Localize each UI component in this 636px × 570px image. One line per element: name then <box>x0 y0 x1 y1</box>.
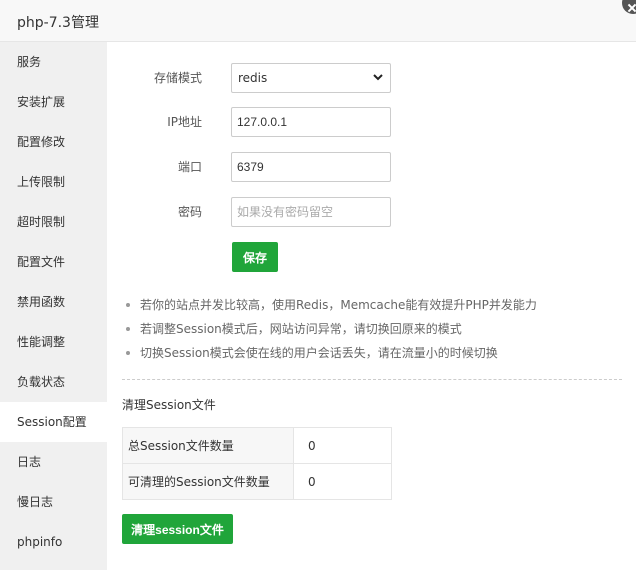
port-label: 端口 <box>177 160 202 174</box>
table-row: 可清理的Session文件数量 0 <box>122 463 392 500</box>
sidebar-item-timeout-limit[interactable]: 超时限制 <box>0 202 107 242</box>
storage-mode-value: redis <box>238 71 268 85</box>
sidebar-item-config-edit[interactable]: 配置修改 <box>0 122 107 162</box>
sidebar-item-slow-log[interactable]: 慢日志 <box>0 482 107 522</box>
session-stats-table: 总Session文件数量 0 可清理的Session文件数量 0 <box>122 427 392 500</box>
sidebar-item-phpinfo[interactable]: phpinfo <box>0 522 107 562</box>
sidebar-item-disabled-functions[interactable]: 禁用函数 <box>0 282 107 322</box>
sidebar-item-session-config[interactable]: Session配置 <box>0 402 107 442</box>
ip-row: IP地址 <box>107 107 407 137</box>
cleanable-session-files-value: 0 <box>293 463 392 500</box>
chevron-down-icon <box>373 74 383 81</box>
save-button[interactable]: 保存 <box>232 242 278 272</box>
ip-input[interactable] <box>231 107 391 137</box>
password-input[interactable] <box>231 197 391 227</box>
ip-label: IP地址 <box>167 115 202 129</box>
sidebar-item-log[interactable]: 日志 <box>0 442 107 482</box>
section-divider <box>122 379 622 380</box>
sidebar: 服务 安装扩展 配置修改 上传限制 超时限制 配置文件 禁用函数 性能调整 负载… <box>0 42 107 570</box>
tips-list: 若你的站点并发比较高，使用Redis，Memcache能有效提升PHP并发能力 … <box>124 293 537 365</box>
window-title: php-7.3管理 <box>17 15 99 31</box>
cleanup-section-title: 清理Session文件 <box>122 398 216 412</box>
main-panel: 存储模式 redis IP地址 端口 密码 保存 若你的站点并发比较高，使用Re… <box>107 42 636 570</box>
sidebar-item-upload-limit[interactable]: 上传限制 <box>0 162 107 202</box>
tip-item: 若调整Session模式后，网站访问异常，请切换回原来的模式 <box>124 317 537 341</box>
port-row: 端口 <box>107 152 407 182</box>
table-row: 总Session文件数量 0 <box>122 427 392 464</box>
sidebar-item-service[interactable]: 服务 <box>0 42 107 82</box>
sidebar-item-install-extensions[interactable]: 安装扩展 <box>0 82 107 122</box>
storage-mode-label: 存储模式 <box>153 71 202 85</box>
total-session-files-value: 0 <box>293 427 392 464</box>
clean-session-files-button[interactable]: 清理session文件 <box>122 514 233 544</box>
sidebar-item-config-file[interactable]: 配置文件 <box>0 242 107 282</box>
storage-mode-select[interactable]: redis <box>231 63 391 93</box>
password-label: 密码 <box>177 205 202 219</box>
cleanable-session-files-label: 可清理的Session文件数量 <box>122 463 294 500</box>
tip-item: 若你的站点并发比较高，使用Redis，Memcache能有效提升PHP并发能力 <box>124 293 537 317</box>
storage-mode-row: 存储模式 redis <box>107 63 407 93</box>
total-session-files-label: 总Session文件数量 <box>122 427 294 464</box>
password-row: 密码 <box>107 197 407 227</box>
port-input[interactable] <box>231 152 391 182</box>
tip-item: 切换Session模式会使在线的用户会话丢失，请在流量小的时候切换 <box>124 341 537 365</box>
window-titlebar: php-7.3管理 <box>0 0 636 42</box>
sidebar-item-performance[interactable]: 性能调整 <box>0 322 107 362</box>
sidebar-item-load-status[interactable]: 负载状态 <box>0 362 107 402</box>
